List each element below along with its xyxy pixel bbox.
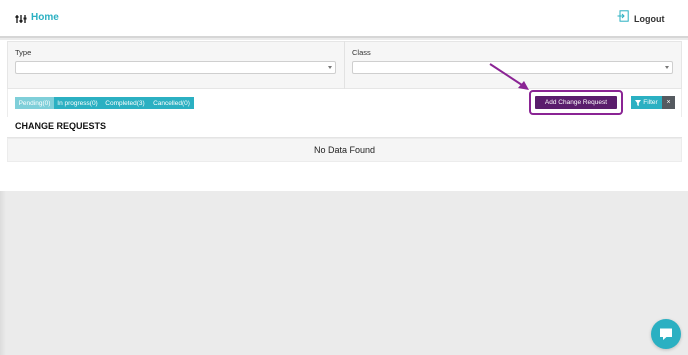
class-filter-label: Class [352, 48, 371, 57]
filter-button-label: Filter [643, 99, 658, 106]
close-icon: × [666, 99, 671, 106]
home-link[interactable]: Home [31, 12, 59, 23]
top-navbar: Home Logout [0, 0, 688, 38]
sliders-icon[interactable] [15, 12, 29, 26]
logout-link[interactable]: Logout [634, 14, 665, 24]
filter-button[interactable]: Filter [631, 96, 662, 109]
pointer-arrow-icon [489, 63, 529, 90]
funnel-icon [635, 99, 642, 106]
logout-icon[interactable] [617, 10, 629, 22]
type-filter-label: Type [15, 48, 32, 57]
chevron-down-icon [665, 66, 669, 69]
tab-cancelled[interactable]: Cancelled(0) [149, 97, 194, 109]
page-title: CHANGE REQUESTS [15, 121, 107, 131]
chevron-down-icon [328, 66, 332, 69]
chat-icon [660, 328, 672, 340]
empty-state-message: No Data Found [313, 145, 376, 155]
empty-state-row: No Data Found [7, 138, 682, 162]
filter-divider [344, 41, 345, 89]
add-change-request-button[interactable]: Add Change Request [535, 96, 617, 109]
clear-filter-button[interactable]: × [662, 96, 675, 109]
chat-widget-button[interactable] [651, 319, 681, 349]
tab-in-progress[interactable]: In progress(0) [54, 97, 101, 109]
page-edge-shadow [0, 191, 6, 355]
tab-pending[interactable]: Pending(0) [15, 97, 54, 109]
tab-completed[interactable]: Completed(3) [101, 97, 149, 109]
type-select[interactable] [15, 61, 336, 74]
